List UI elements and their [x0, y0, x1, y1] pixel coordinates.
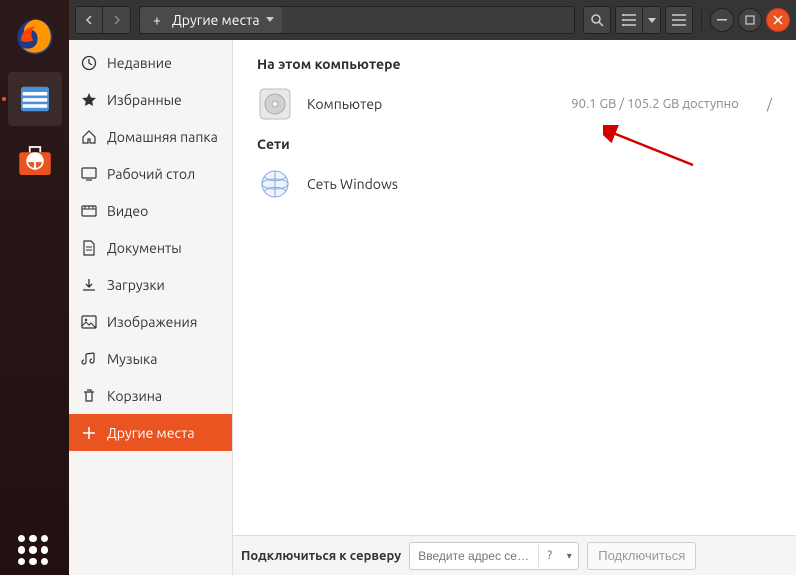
plus-icon: [81, 425, 97, 441]
sidebar-item-downloads[interactable]: Загрузки: [69, 266, 232, 303]
connect-button[interactable]: Подключиться: [587, 542, 696, 570]
location-label: Другие места: [172, 12, 260, 28]
clock-icon: [81, 55, 97, 71]
sidebar-item-documents[interactable]: Документы: [69, 229, 232, 266]
place-capacity: 90.1 GB / 105.2 GB доступно: [571, 97, 739, 111]
sidebar-item-recent[interactable]: Недавние: [69, 44, 232, 81]
dropdown-icon: [266, 17, 274, 23]
minimize-button[interactable]: [710, 8, 734, 32]
place-mount: /: [767, 96, 772, 112]
nav-back-button[interactable]: [75, 6, 103, 34]
history-dropdown-icon[interactable]: ▾: [560, 550, 578, 562]
sidebar-item-other-locations[interactable]: Другие места: [69, 414, 232, 451]
sidebar-item-starred[interactable]: Избранные: [69, 81, 232, 118]
close-button[interactable]: [766, 8, 790, 32]
address-field[interactable]: [410, 549, 538, 563]
place-windows-network[interactable]: Сеть Windows: [253, 160, 776, 208]
location-bar[interactable]: + Другие места: [139, 6, 575, 34]
dock-software[interactable]: [8, 134, 62, 188]
connect-server-bar: Подключиться к серверу ? ▾ Подключиться: [233, 535, 796, 575]
picture-icon: [81, 314, 97, 330]
view-dropdown-button[interactable]: [643, 6, 661, 34]
hamburger-menu-button[interactable]: [665, 6, 693, 34]
place-computer[interactable]: Компьютер 90.1 GB / 105.2 GB доступно /: [253, 80, 776, 128]
home-icon: [81, 129, 97, 145]
dock-files[interactable]: [8, 72, 62, 126]
desktop-icon: [81, 166, 97, 182]
search-button[interactable]: [583, 6, 611, 34]
plus-icon: +: [148, 12, 166, 28]
harddisk-icon: [257, 86, 293, 122]
video-icon: [81, 203, 97, 219]
files-window: + Другие места Недавние Избранные: [69, 0, 796, 575]
maximize-button[interactable]: [738, 8, 762, 32]
dock-firefox[interactable]: [8, 10, 62, 64]
section-network-header: Сети: [253, 128, 776, 160]
sidebar-item-desktop[interactable]: Рабочий стол: [69, 155, 232, 192]
connect-label: Подключиться к серверу: [241, 549, 401, 563]
star-icon: [81, 92, 97, 108]
sidebar: Недавние Избранные Домашняя папка Рабочи…: [69, 40, 233, 575]
network-icon: [257, 166, 293, 202]
ubuntu-dock: [0, 0, 69, 575]
sidebar-item-home[interactable]: Домашняя папка: [69, 118, 232, 155]
server-address-input[interactable]: ? ▾: [409, 542, 579, 570]
header-bar: + Другие места: [69, 0, 796, 40]
download-icon: [81, 277, 97, 293]
view-list-button[interactable]: [615, 6, 643, 34]
sidebar-item-videos[interactable]: Видео: [69, 192, 232, 229]
help-icon[interactable]: ?: [538, 545, 560, 567]
trash-icon: [81, 388, 97, 404]
sidebar-item-music[interactable]: Музыка: [69, 340, 232, 377]
nav-forward-button[interactable]: [103, 6, 131, 34]
document-icon: [81, 240, 97, 256]
music-icon: [81, 351, 97, 367]
section-computer-header: На этом компьютере: [253, 48, 776, 80]
main-view: На этом компьютере Компьютер 90.1 GB / 1…: [233, 40, 796, 575]
dock-apps-grid[interactable]: [18, 535, 48, 565]
sidebar-item-pictures[interactable]: Изображения: [69, 303, 232, 340]
place-label: Компьютер: [307, 96, 382, 112]
sidebar-item-trash[interactable]: Корзина: [69, 377, 232, 414]
place-label: Сеть Windows: [307, 176, 398, 192]
